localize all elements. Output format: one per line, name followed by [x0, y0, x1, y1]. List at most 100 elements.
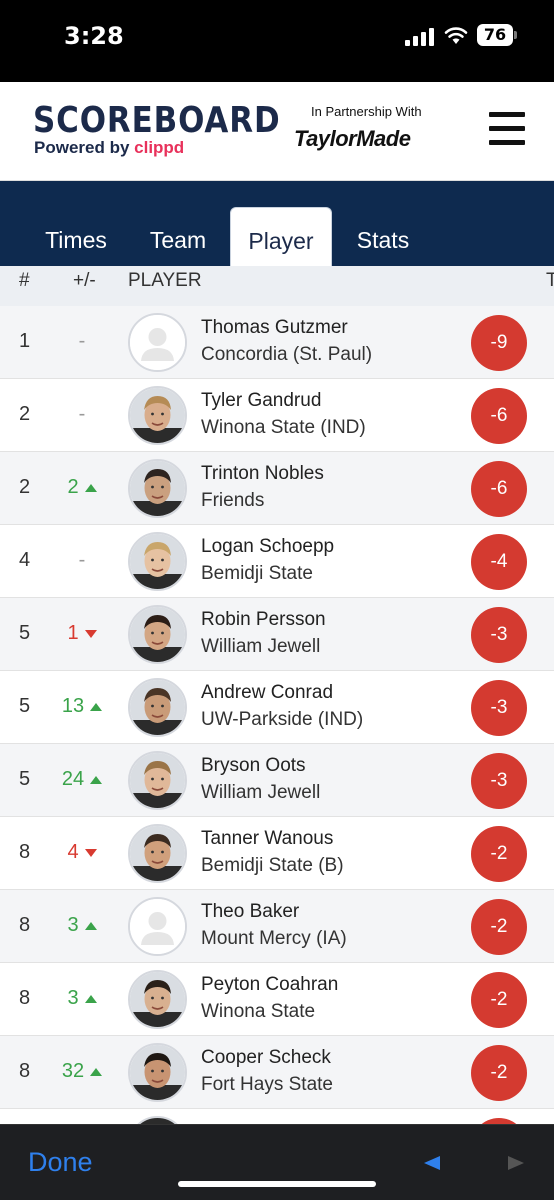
score-badge: -4: [471, 534, 527, 590]
leaderboard-row[interactable]: 4 - Logan Schoepp Bemidji State -4: [0, 525, 554, 598]
arrow-up-icon: [84, 994, 97, 1003]
player-name[interactable]: Robin Persson: [201, 609, 326, 631]
battery-icon: 76: [477, 24, 513, 46]
leaderboard-row[interactable]: 5 1 Robin Persson William Jewell -3: [0, 598, 554, 671]
arrow-up-icon: [84, 483, 97, 492]
position-change-value: 24: [61, 768, 85, 790]
position-change-value: 3: [67, 987, 79, 1009]
arrow-up-icon: [90, 702, 103, 711]
position-change: 3: [52, 914, 112, 937]
player-name[interactable]: Bryson Oots: [201, 755, 306, 777]
partnership-text: In Partnership With: [311, 104, 422, 119]
player-photo: [128, 1043, 187, 1102]
score-badge: -2: [471, 972, 527, 1028]
leaderboard-row[interactable]: 8 4 Tanner Wanous Bemidji State (B) -2: [0, 817, 554, 890]
player-name[interactable]: Trinton Nobles: [201, 463, 324, 485]
score-badge: -6: [471, 461, 527, 517]
tab-stats[interactable]: Stats: [340, 207, 426, 266]
leaderboard-row[interactable]: 8 3 Peyton Coahran Winona State -2: [0, 963, 554, 1036]
player-name[interactable]: Cooper Scheck: [201, 1047, 331, 1069]
status-bar: 3:28 76: [0, 0, 554, 82]
player-team: Fort Hays State: [201, 1074, 333, 1095]
score-badge: -2: [471, 1045, 527, 1101]
status-time: 3:28: [64, 22, 124, 50]
position-change-value: -: [78, 330, 86, 352]
score-badge: -2: [471, 899, 527, 955]
player-name[interactable]: Thomas Gutzmer: [201, 317, 348, 339]
score-badge: -2: [471, 826, 527, 882]
tab-bar: Times Team Player Stats: [0, 181, 554, 266]
tab-team[interactable]: Team: [134, 207, 222, 266]
player-rank: 4: [19, 549, 31, 571]
powered-prefix: Powered by: [34, 138, 135, 157]
player-name[interactable]: Andrew Conrad: [201, 682, 333, 704]
player-name[interactable]: Theo Baker: [201, 901, 299, 923]
default-avatar-icon: [128, 313, 187, 372]
player-photo: [128, 970, 187, 1029]
powered-by: Powered by clippd: [34, 138, 184, 158]
player-photo: [128, 386, 187, 445]
player-name[interactable]: Tanner Wanous: [201, 828, 333, 850]
player-team: William Jewell: [201, 636, 321, 657]
player-photo: [128, 532, 187, 591]
position-change: 13: [52, 695, 112, 718]
player-rank: 5: [19, 695, 31, 717]
leaderboard-row[interactable]: 5 24 Bryson Oots William Jewell -3: [0, 744, 554, 817]
done-button[interactable]: Done: [28, 1147, 93, 1178]
wifi-icon: [444, 27, 468, 44]
score-badge: -6: [471, 388, 527, 444]
player-team: Winona State: [201, 1001, 316, 1022]
leaderboard-row[interactable]: 2 2 Trinton Nobles Friends -6: [0, 452, 554, 525]
col-player: PLAYER: [128, 270, 202, 291]
back-arrow-icon[interactable]: [424, 1156, 440, 1170]
scoreboard-logo[interactable]: SCOREBOARD: [33, 100, 281, 141]
leaderboard-row[interactable]: 8 3 Theo Baker Mount Mercy (IA) -2: [0, 890, 554, 963]
player-rank: 2: [19, 403, 31, 425]
score-badge: -9: [471, 315, 527, 371]
arrow-down-icon: [84, 629, 97, 638]
hamburger-menu-icon[interactable]: [489, 112, 525, 146]
tab-player[interactable]: Player: [230, 207, 332, 266]
position-change: -: [52, 403, 112, 426]
leaderboard-row[interactable]: 1 - Thomas Gutzmer Concordia (St. Paul) -9: [0, 306, 554, 379]
player-rank: 8: [19, 1060, 31, 1082]
position-change: 3: [52, 987, 112, 1010]
position-change: 2: [52, 476, 112, 499]
forward-arrow-icon[interactable]: [508, 1156, 524, 1170]
position-change-value: 4: [67, 841, 79, 863]
player-photo: [128, 605, 187, 664]
col-total: T: [546, 270, 554, 291]
arrow-up-icon: [90, 775, 103, 784]
player-photo: [128, 459, 187, 518]
position-change-value: 13: [61, 695, 85, 717]
tab-times[interactable]: Times: [30, 207, 122, 266]
col-rank: #: [19, 270, 30, 291]
taylormade-logo: TaylorMade: [294, 126, 411, 151]
arrow-down-icon: [84, 848, 97, 857]
player-photo: [128, 824, 187, 883]
default-avatar-icon: [128, 897, 187, 956]
leaderboard-row[interactable]: 2 - Tyler Gandrud Winona State (IND) -6: [0, 379, 554, 452]
leaderboard-row[interactable]: 8 32 Cooper Scheck Fort Hays State -2: [0, 1036, 554, 1109]
score-badge: -3: [471, 753, 527, 809]
app-header: SCOREBOARD Powered by clippd In Partners…: [0, 82, 554, 181]
arrow-up-icon: [90, 1067, 103, 1076]
player-team: Concordia (St. Paul): [201, 344, 373, 365]
leaderboard-header: # +/- PLAYER T: [0, 266, 554, 306]
arrow-up-icon: [84, 921, 97, 930]
cellular-signal-icon: [405, 28, 435, 46]
position-change-value: 3: [67, 914, 79, 936]
leaderboard-row[interactable]: 5 13 Andrew Conrad UW-Parkside (IND) -3: [0, 671, 554, 744]
player-rank: 8: [19, 841, 31, 863]
player-team: Bemidji State (B): [201, 855, 344, 876]
browser-toolbar: Done: [0, 1124, 554, 1200]
score-badge: -3: [471, 680, 527, 736]
player-rank: 8: [19, 914, 31, 936]
player-team: UW-Parkside (IND): [201, 709, 364, 730]
player-team: Mount Mercy (IA): [201, 928, 347, 949]
player-name[interactable]: Logan Schoepp: [201, 536, 334, 558]
player-name[interactable]: Peyton Coahran: [201, 974, 338, 996]
position-change-value: -: [78, 549, 86, 571]
player-name[interactable]: Tyler Gandrud: [201, 390, 321, 412]
player-rank: 8: [19, 987, 31, 1009]
